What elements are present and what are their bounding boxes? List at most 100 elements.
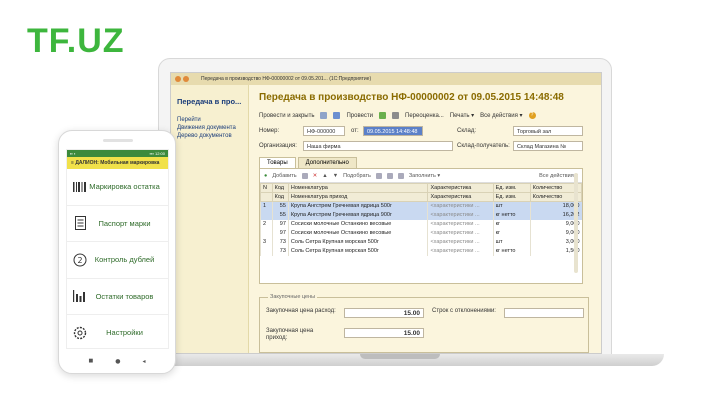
help-icon[interactable]: ? — [528, 112, 536, 119]
warehouse-field[interactable]: Торговый зал — [513, 126, 583, 136]
cell-n: 1 — [260, 201, 273, 211]
post-button[interactable]: Провести — [346, 113, 373, 119]
deviation-label: Строк с отклонениями: — [432, 308, 496, 314]
income-price-label: Закупочная цена приход: — [266, 328, 314, 341]
cell-unit: кг — [492, 219, 531, 229]
phone-device: ▪▪ ▪ ▪▪▪ 12:00 ≡ ДАЛИОН: Мобильная марки… — [58, 130, 176, 374]
col-unit[interactable]: Ед. изм. — [492, 183, 531, 193]
subcol-name[interactable]: Номенклатура приход — [287, 192, 429, 202]
refresh-icon[interactable] — [397, 172, 404, 179]
menu-item-settings[interactable]: Настройки — [67, 315, 168, 348]
brand-logo: TF.UZ — [27, 22, 125, 60]
document-title: Передача в производство НФ-00000002 от 0… — [259, 92, 564, 103]
table-row[interactable]: 73 Соль Сетра Крупная морская 500г <хара… — [260, 246, 582, 256]
subcol-code[interactable]: Код — [271, 192, 289, 202]
purchase-prices-legend: Закупочные цены — [268, 294, 318, 300]
tab-bar: Товары Дополнительно — [259, 157, 597, 168]
subcol-unit[interactable]: Ед. изм. — [492, 192, 531, 202]
warehouse-label: Склад: — [457, 128, 477, 134]
nav-item-movements[interactable]: Движения документа — [177, 124, 242, 132]
cell-code: 55 — [271, 201, 289, 211]
save-icon[interactable] — [320, 112, 328, 119]
document-toolbar: Провести и закрыть Провести Переоценка..… — [259, 112, 597, 119]
deviation-field[interactable] — [504, 308, 584, 318]
list-icon[interactable] — [386, 172, 393, 179]
window-title: Передача в производство НФ-00000002 от 0… — [201, 76, 372, 82]
table-scrollbar[interactable] — [574, 173, 578, 273]
table-row[interactable]: 1 55 Крупа Ангстрем Гречневая ядрица 500… — [260, 201, 582, 211]
move-down-icon[interactable]: ▼ — [333, 173, 338, 179]
pick-button[interactable]: Подобрать — [343, 173, 371, 179]
recipient-warehouse-label: Склад-получатель: — [457, 143, 510, 149]
phone-status-bar: ▪▪ ▪ ▪▪▪ 12:00 — [67, 150, 168, 157]
table-row[interactable]: 55 Крупа Ангстрем Гречневая ядрица 900г … — [260, 210, 582, 220]
home-button[interactable]: ● — [115, 358, 120, 365]
tab-additional[interactable]: Дополнительно — [297, 157, 357, 168]
menu-item-marking-balance[interactable]: Маркировка остатка — [67, 169, 168, 206]
move-up-icon[interactable]: ▲ — [322, 173, 327, 179]
menu-item-stock[interactable]: Остатки товаров — [67, 279, 168, 315]
organization-field[interactable]: Наша фирма — [303, 141, 453, 151]
all-actions-menu[interactable]: Все действия ▾ — [480, 112, 522, 119]
table-toolbar: ● Добавить ✕ ▲ ▼ Подобрать Заполнить ▾ В… — [260, 169, 582, 183]
recent-apps-button[interactable]: ■ — [89, 358, 94, 365]
phone-screen: ▪▪ ▪ ▪▪▪ 12:00 ≡ ДАЛИОН: Мобильная марки… — [66, 149, 169, 349]
menu-item-label: Маркировка остатка — [89, 182, 160, 192]
goods-table-panel: ● Добавить ✕ ▲ ▼ Подобрать Заполнить ▾ В… — [259, 168, 583, 284]
col-characteristic[interactable]: Характеристика — [427, 183, 494, 193]
cell-name: Крупа Ангстрем Гречневая ядрица 900г — [287, 210, 428, 220]
add-button[interactable]: Добавить — [272, 173, 296, 179]
app-title: ДАЛИОН: Мобильная маркировка — [75, 160, 160, 166]
income-price-field[interactable]: 15.00 — [344, 328, 424, 338]
table-actions-menu[interactable]: Все действия ▾ — [539, 173, 578, 179]
gear-icon — [73, 326, 87, 340]
col-name[interactable]: Номенклатура — [287, 183, 429, 193]
menu-item-label: Настройки — [106, 328, 143, 338]
menu-item-duplicate-control[interactable]: 2 Контроль дублей — [67, 242, 168, 279]
header-fields: Номер: НФ-000000 от: 09.05.2015 14:48:48… — [259, 125, 597, 153]
nav-item-tree[interactable]: Дерево документов — [177, 132, 242, 140]
post-icon — [333, 112, 341, 119]
menu-item-label: Контроль дублей — [94, 255, 155, 265]
window-titlebar: Передача в производство НФ-00000002 от 0… — [171, 73, 601, 85]
nav-item-goto[interactable]: Перейти — [177, 116, 242, 124]
print-menu[interactable]: Печать ▾ — [450, 112, 474, 119]
number-field[interactable]: НФ-000000 — [303, 126, 345, 136]
cell-n — [260, 228, 273, 238]
fill-menu[interactable]: Заполнить ▾ — [409, 173, 440, 179]
delete-icon[interactable]: ✕ — [313, 173, 318, 179]
revaluation-button[interactable]: Переоценка... — [405, 113, 444, 119]
cell-n: 2 — [260, 219, 273, 229]
cell-unit: шт — [492, 201, 531, 211]
table-subheader-row: Код Номенклатура приход Характеристика Е… — [260, 192, 583, 202]
menu-item-mark-passport[interactable]: Паспорт марки — [67, 206, 168, 242]
barcode-scan-icon[interactable] — [375, 172, 382, 179]
status-left: ▪▪ ▪ — [70, 151, 76, 156]
expense-price-field[interactable]: 15.00 — [344, 308, 424, 318]
table-icon[interactable] — [392, 112, 400, 119]
cell-characteristic: <характеристики ... — [427, 228, 494, 238]
recipient-warehouse-field[interactable]: Склад Магазина № — [513, 141, 583, 151]
tab-goods[interactable]: Товары — [259, 157, 296, 168]
window-controls[interactable] — [175, 76, 189, 82]
cell-code: 73 — [271, 246, 289, 256]
date-field[interactable]: 09.05.2015 14:48:48 — [363, 126, 423, 136]
left-navigation: Передача в про... Перейти Движения докум… — [171, 85, 249, 353]
download-icon[interactable] — [379, 112, 387, 119]
phone-nav-bar: ■ ● ◂ — [59, 358, 175, 365]
copy-icon[interactable] — [301, 172, 308, 179]
cell-name: Крупа Ангстрем Гречневая ядрица 500г — [287, 201, 428, 211]
table-row[interactable]: 3 73 Соль Сетра Крупная морская 500г <ха… — [260, 237, 582, 247]
cell-characteristic: <характеристики ... — [427, 219, 494, 229]
cell-unit: шт — [492, 237, 531, 247]
cell-characteristic: <характеристики ... — [427, 201, 494, 211]
cell-characteristic: <характеристики ... — [427, 210, 494, 220]
table-row[interactable]: 2 97 Сосиски молочные Останкино весовые … — [260, 219, 582, 229]
table-row[interactable]: 97 Сосиски молочные Останкино весовые <х… — [260, 228, 582, 238]
back-button[interactable]: ◂ — [142, 358, 145, 365]
post-close-button[interactable]: Провести и закрыть — [259, 113, 314, 119]
col-code[interactable]: Код — [271, 183, 289, 193]
col-n[interactable]: N — [260, 183, 273, 193]
window-icon — [183, 76, 189, 82]
subcol-characteristic[interactable]: Характеристика — [427, 192, 494, 202]
